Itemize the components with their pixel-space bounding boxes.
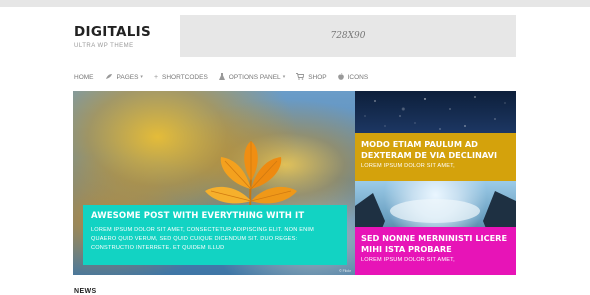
nav-item-home[interactable]: HOME (74, 74, 94, 81)
plus-icon: + (153, 73, 159, 81)
side-post-title-1[interactable]: MODO ETIAM PAULUM AD DEXTERAM DE VIA DEC… (361, 139, 510, 160)
chevron-down-icon: ▾ (140, 74, 143, 80)
apple-icon (337, 72, 344, 82)
main-nav: HOME PAGES ▾ + SHORTCODES OPTIONS PANEL … (74, 71, 379, 83)
cart-icon (296, 72, 305, 82)
flask-icon (218, 72, 225, 82)
side-post-caption-1: MODO ETIAM PAULUM AD DEXTERAM DE VIA DEC… (355, 133, 516, 181)
chevron-down-icon: ▾ (282, 74, 286, 80)
nav-item-shop[interactable]: SHOP (296, 72, 327, 82)
side-post-excerpt-1: LOREM IPSUM DOLOR SIT AMET, (361, 163, 455, 170)
featured-post-caption: AWESOME POST WITH EVERYTHING WITH IT LOR… (83, 205, 347, 265)
nav-item-icons[interactable]: ICONS (337, 72, 369, 82)
featured-post-main[interactable]: AWESOME POST WITH EVERYTHING WITH IT LOR… (73, 91, 355, 275)
nav-item-label: SHORTCODES (162, 73, 208, 81)
featured-slider: AWESOME POST WITH EVERYTHING WITH IT LOR… (73, 91, 516, 275)
news-heading: NEWS (74, 288, 97, 295)
featured-post-excerpt: LOREM IPSUM DOLOR SIT AMET, CONSECTETUR … (91, 227, 315, 251)
featured-post-side-1[interactable]: MODO ETIAM PAULUM AD DEXTERAM DE VIA DEC… (355, 91, 516, 181)
site-tagline: ULTRA WP THEME (74, 43, 134, 49)
image-credit: © Flickr (339, 269, 351, 273)
ad-label: 728X90 (330, 31, 366, 41)
nav-item-pages[interactable]: PAGES ▾ (105, 73, 143, 82)
nav-item-label: OPTIONS PANEL (228, 73, 281, 81)
nav-item-shortcodes[interactable]: + SHORTCODES (154, 74, 208, 81)
nav-item-label: SHOP (308, 73, 327, 81)
feather-icon (105, 73, 113, 82)
nav-item-label: PAGES (116, 73, 139, 81)
site-title[interactable]: DIGITALIS (74, 24, 151, 40)
ad-banner[interactable]: 728X90 (180, 15, 516, 57)
top-bar (0, 0, 590, 7)
nav-item-label: ICONS (347, 73, 369, 81)
nav-item-options-panel[interactable]: OPTIONS PANEL ▾ (218, 72, 286, 82)
nav-item-label: HOME (74, 73, 94, 81)
side-post-caption-2: SED NONNE MERNINISTI LICERE MIHI ISTA PR… (355, 227, 516, 275)
featured-post-side-2[interactable]: SED NONNE MERNINISTI LICERE MIHI ISTA PR… (355, 181, 516, 275)
side-post-title-2[interactable]: SED NONNE MERNINISTI LICERE MIHI ISTA PR… (361, 233, 510, 254)
featured-post-title[interactable]: AWESOME POST WITH EVERYTHING WITH IT (91, 211, 339, 221)
side-post-excerpt-2: LOREM IPSUM DOLOR SIT AMET, (361, 257, 455, 264)
site-logo[interactable]: DIGITALIS ULTRA WP THEME (74, 24, 151, 49)
